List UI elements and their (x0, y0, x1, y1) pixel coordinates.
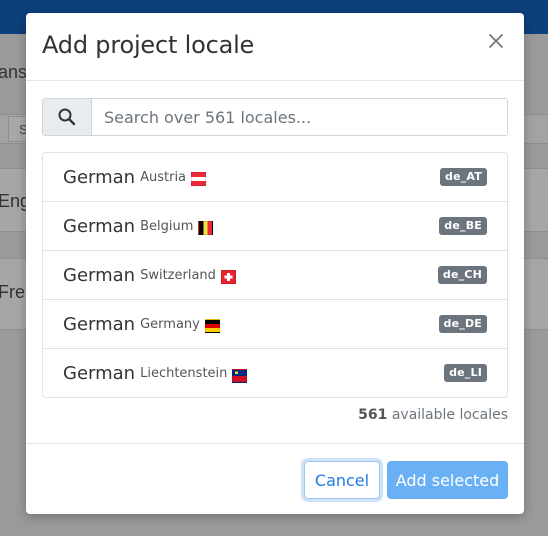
locale-item-de-li[interactable]: German Liechtenstein de_LI (43, 349, 507, 397)
search-icon (58, 108, 76, 126)
modal-header: Add project locale (26, 13, 524, 81)
locale-code-badge: de_AT (440, 168, 487, 186)
locale-code-badge: de_LI (444, 364, 487, 382)
locale-region: Germany (140, 316, 200, 332)
switzerland-flag-icon (220, 270, 236, 284)
locale-code-badge: de_DE (438, 315, 487, 333)
locale-language: German (63, 264, 136, 286)
search-group (42, 98, 508, 136)
search-input[interactable] (92, 99, 507, 135)
modal-footer: Cancel Add selected (26, 443, 524, 514)
locale-item-de-ch[interactable]: German Switzerland de_CH (43, 251, 507, 300)
available-count-label: available locales (391, 407, 508, 423)
search-addon (43, 99, 92, 135)
modal-title: Add project locale (42, 31, 255, 59)
locale-code-badge: de_BE (439, 217, 487, 235)
locale-code-badge: de_CH (437, 266, 487, 284)
locale-list: German Austria de_AT German Belgium de_B… (42, 152, 508, 398)
close-button[interactable] (486, 31, 506, 51)
locale-region: Switzerland (140, 267, 216, 283)
locale-language: German (63, 215, 136, 237)
available-count: 561 available locales (358, 407, 508, 423)
close-icon (489, 34, 503, 48)
background-header-fragment: ans (0, 62, 28, 82)
locale-item-de-de[interactable]: German Germany de_DE (43, 300, 507, 349)
liechtenstein-flag-icon (232, 368, 248, 383)
locale-region: Belgium (140, 218, 194, 234)
locale-item-de-be[interactable]: German Belgium de_BE (43, 202, 507, 251)
belgium-flag-icon (198, 221, 214, 235)
add-locale-modal: Add project locale German Austria de_AT … (26, 13, 524, 514)
germany-flag-icon (204, 319, 220, 333)
add-selected-button[interactable]: Add selected (387, 461, 508, 499)
locale-region: Austria (140, 169, 187, 185)
locale-language: German (63, 166, 136, 188)
locale-language: German (63, 313, 136, 335)
austria-flag-icon (191, 172, 207, 186)
locale-language: German (63, 363, 136, 384)
available-count-number: 561 (358, 407, 388, 423)
locale-region: Liechtenstein (140, 366, 228, 381)
cancel-button[interactable]: Cancel (304, 461, 380, 499)
locale-item-de-at[interactable]: German Austria de_AT (43, 153, 507, 202)
